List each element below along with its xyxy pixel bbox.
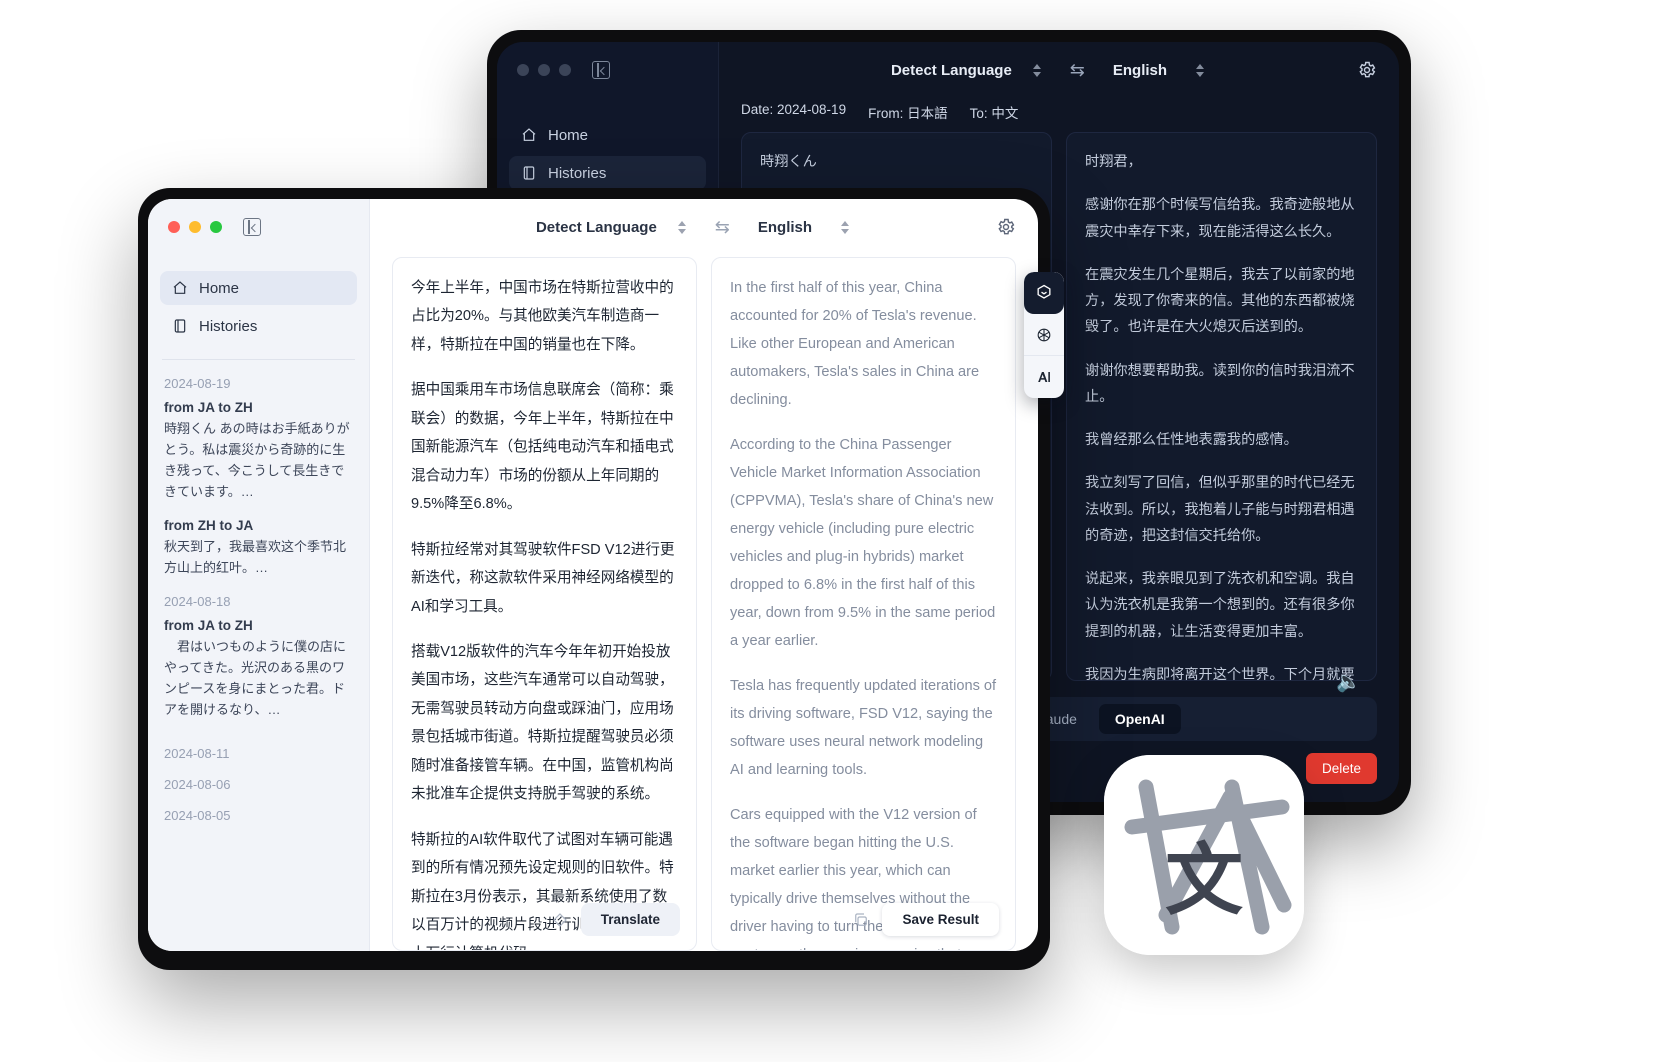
paragraph: In the first half of this year, China ac… xyxy=(730,280,980,409)
paragraph: 我因为生病即将离开这个世界。下个月就要80岁了，希望能坚持到那时。 xyxy=(1085,666,1355,681)
history-item-langs: from ZH to JA xyxy=(164,518,254,534)
window-controls[interactable] xyxy=(517,64,571,76)
engine-icon-strip[interactable] xyxy=(1024,272,1064,398)
save-result-button[interactable]: Save Result xyxy=(882,903,999,936)
meta-to: To: 中文 xyxy=(969,106,1019,121)
paragraph: 说起来，我亲眼见到了洗衣机和空调。我自认为洗衣机是我第一个想到的。还有很多你提到… xyxy=(1085,571,1355,640)
history-date: 2024-08-18 xyxy=(164,594,231,610)
meta-date: Date: 2024-08-19 xyxy=(741,102,847,117)
history-date[interactable]: 2024-08-11 xyxy=(164,746,353,761)
window-controls[interactable] xyxy=(168,221,222,233)
app-icon-art: 文 xyxy=(1104,755,1304,955)
translate-button[interactable]: Translate xyxy=(580,903,680,936)
sidebar-item-histories[interactable]: Histories xyxy=(160,309,357,343)
paragraph: 我立刻写了回信，但似乎那里的时代已经无法收到。所以，我抱着儿子能与时翔君相遇的奇… xyxy=(1085,475,1355,544)
eraser-icon[interactable] xyxy=(551,911,569,929)
source-language-select[interactable]: Detect Language xyxy=(536,219,657,236)
copy-icon[interactable] xyxy=(852,911,870,929)
sidebar-item-home[interactable]: Home xyxy=(509,118,706,152)
book-icon xyxy=(174,319,186,333)
paragraph: 时翔君， xyxy=(1085,154,1142,170)
history-date: 2024-08-19 xyxy=(164,376,231,391)
paragraph: 時翔くん xyxy=(760,154,817,170)
meta-from: From: 日本語 xyxy=(868,106,948,121)
chevron-updown-icon[interactable] xyxy=(1030,63,1044,77)
translation-meta: Date: 2024-08-19 From: 日本語 To: 中文 xyxy=(719,98,1399,132)
sidebar-toggle-icon[interactable] xyxy=(243,218,261,236)
openai-glyph-icon xyxy=(1037,328,1051,341)
history-item-langs: from JA to ZH xyxy=(164,618,253,634)
deepl-glyph-icon xyxy=(1037,284,1051,299)
paragraph: Tesla has frequently updated iterations … xyxy=(730,678,997,779)
paragraph: 在震灾发生几个星期后，我去了以前家的地方，发现了你寄来的信。其他的东西都被烧毁了… xyxy=(1085,266,1355,336)
app-icon-glyph: 文 xyxy=(1165,836,1243,924)
history-list: 2024-08-19 from JA to ZH 時翔くん あの時はお手紙ありが… xyxy=(148,376,369,823)
paragraph: 今年上半年，中国市场在特斯拉营收中的占比为20%。与其他欧美汽车制造商一样，特斯… xyxy=(411,280,674,353)
sidebar-item-home[interactable]: Home xyxy=(160,271,357,305)
history-item-langs: from JA to ZH xyxy=(164,400,253,415)
paragraph: 我曾经那么任性地表露我的感情。 xyxy=(1085,432,1298,449)
paragraph: 搭载V12版软件的汽车今年年初开始投放美国市场，这些汽车通常可以自动驾驶，无需驾… xyxy=(411,643,674,803)
source-text: 今年上半年，中国市场在特斯拉营收中的占比为20%。与其他欧美汽车制造商一样，特斯… xyxy=(411,274,678,950)
light-window: Home Histories 2024-08-19 from JA to ZH … xyxy=(148,199,1038,951)
engine-option-openai[interactable]: OpenAI xyxy=(1098,704,1181,734)
sidebar-item-histories[interactable]: Histories xyxy=(509,156,706,190)
light-source-pane[interactable]: 今年上半年，中国市场在特斯拉营收中的占比为20%。与其他欧美汽车制造商一样，特斯… xyxy=(392,257,697,951)
light-topbar: Detect Language ⇆ English xyxy=(370,199,1038,255)
light-sidebar: Home Histories 2024-08-19 from JA to ZH … xyxy=(148,199,370,951)
history-item-snippet: 時翔くん あの時はお手紙ありがとう。私は震災から奇跡的に生き残って、今こうして長… xyxy=(164,421,350,500)
paragraph: 据中国乘用车市场信息联席会（简称：乘联会）的数据，今年上半年，特斯拉在中国新能源… xyxy=(411,382,674,513)
sidebar-item-label: Histories xyxy=(199,317,258,335)
swap-arrows-icon[interactable]: ⇆ xyxy=(715,217,730,238)
chevron-updown-icon[interactable] xyxy=(675,220,689,234)
anthropic-icon[interactable] xyxy=(1024,356,1064,398)
sidebar-toggle-icon[interactable] xyxy=(592,61,610,79)
paragraph: 感谢你在那个时候写信给我。我奇迹般地从震灾中幸存下来，现在能活得这么长久。 xyxy=(1085,197,1355,240)
dark-target-pane[interactable]: 时翔君， 感谢你在那个时候写信给我。我奇迹般地从震灾中幸存下来，现在能活得这么长… xyxy=(1066,132,1377,681)
dark-titlebar xyxy=(497,42,718,98)
light-panes: 今年上半年，中国市场在特斯拉营收中的占比为20%。与其他欧美汽车制造商一样，特斯… xyxy=(370,255,1038,951)
target-language-select[interactable]: English xyxy=(758,219,812,236)
history-date[interactable]: 2024-08-05 xyxy=(164,808,353,823)
gear-icon[interactable] xyxy=(996,217,1016,237)
source-language-select[interactable]: Detect Language xyxy=(891,62,1012,79)
speaker-icon[interactable]: 🔈 xyxy=(1336,669,1361,694)
sidebar-item-label: Home xyxy=(199,279,240,297)
light-nav: Home Histories xyxy=(148,255,369,343)
translate-app-icon[interactable]: 文 xyxy=(1104,755,1304,955)
home-icon xyxy=(522,128,536,141)
sidebar-item-label: Home xyxy=(548,126,589,144)
history-item-snippet: 秋天到了，我最喜欢这个季节北方山上的红叶。… xyxy=(164,539,347,576)
light-main: Detect Language ⇆ English 今年上半年，中国市场在特斯拉… xyxy=(370,199,1038,951)
paragraph: 特斯拉经常对其驾驶软件FSD V12进行更新迭代，称这款软件采用神经网络模型的A… xyxy=(411,541,675,615)
history-date[interactable]: 2024-08-06 xyxy=(164,777,353,792)
history-item[interactable]: from JA to ZH 時翔くん あの時はお手紙ありがとう。私は震災から奇跡… xyxy=(164,400,353,502)
deepl-icon[interactable] xyxy=(1024,272,1064,314)
history-item[interactable]: from ZH to JA 秋天到了，我最喜欢这个季节北方山上的红叶。… xyxy=(164,518,353,578)
target-pane-actions: Save Result xyxy=(852,903,999,936)
history-item[interactable]: from JA to ZH 君はいつものように僕の店にやってきた。光沢のある黒の… xyxy=(164,618,353,720)
dark-nav: Home Histories xyxy=(497,98,718,190)
sidebar-item-label: Histories xyxy=(548,164,607,182)
openai-icon[interactable] xyxy=(1024,314,1064,356)
source-pane-actions: Translate xyxy=(551,903,680,936)
book-icon xyxy=(523,166,535,180)
light-target-pane[interactable]: In the first half of this year, China ac… xyxy=(711,257,1016,951)
target-language-select[interactable]: English xyxy=(1113,62,1167,79)
gear-icon[interactable] xyxy=(1357,60,1377,80)
swap-arrows-icon[interactable]: ⇆ xyxy=(1070,60,1085,81)
sidebar-divider xyxy=(162,359,355,360)
anthropic-glyph-icon xyxy=(1038,372,1050,382)
delete-button[interactable]: Delete xyxy=(1305,753,1377,784)
home-icon xyxy=(173,281,187,294)
history-item-snippet: 君はいつものように僕の店にやってきた。光沢のある黒のワンピースを身にまとった君。… xyxy=(164,639,347,718)
paragraph: 谢谢你想要帮助我。读到你的信时我泪流不止。 xyxy=(1085,362,1355,405)
chevron-updown-icon[interactable] xyxy=(838,220,852,234)
chevron-updown-icon[interactable] xyxy=(1193,63,1207,77)
paragraph: According to the China Passenger Vehicle… xyxy=(730,437,996,650)
target-text: In the first half of this year, China ac… xyxy=(730,274,997,950)
dark-topbar: Detect Language ⇆ English xyxy=(719,42,1399,98)
light-titlebar xyxy=(148,199,369,255)
